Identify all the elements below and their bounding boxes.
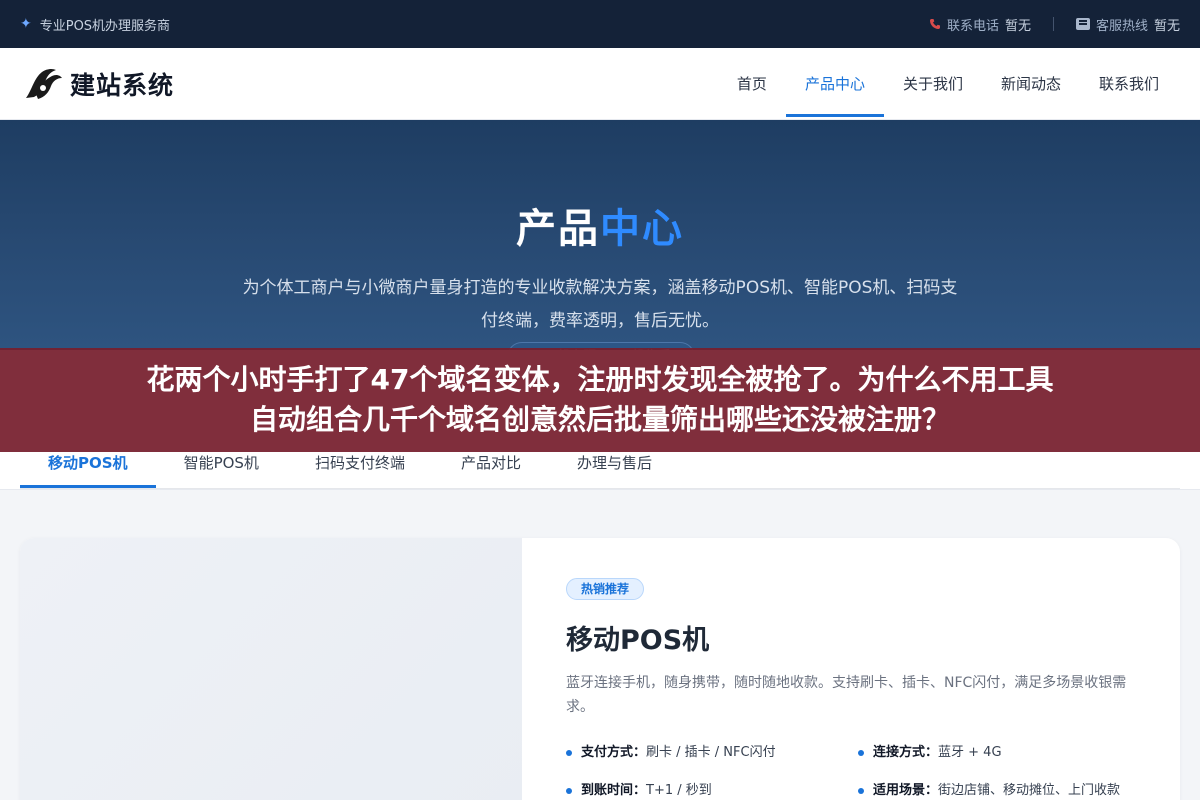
tab-compare[interactable]: 产品对比 <box>433 452 549 488</box>
tab-smart-pos[interactable]: 智能POS机 <box>156 452 287 488</box>
product-image <box>20 538 522 800</box>
spec-item: 连接方式： 蓝牙 + 4G <box>858 741 1128 765</box>
hero-description: 为个体工商户与小微商户量身打造的专业收款解决方案，涵盖移动POS机、智能POS机… <box>242 278 958 331</box>
tagline-group: ✦ 专业POS机办理服务商 <box>20 15 170 34</box>
service-value: 暂无 <box>1153 18 1180 34</box>
logo-text: 建站系统 <box>70 70 175 100</box>
spec-value: 蓝牙 + 4G <box>938 745 1002 760</box>
sparkle-icon: ✦ <box>20 16 32 32</box>
overlay-caption: 花两个小时手打了47个域名变体，注册时发现全被抢了。为什么不用工具 自动组合几千… <box>0 348 1200 452</box>
hot-badge: 热销推荐 <box>566 578 645 600</box>
bullet-dot <box>858 788 864 794</box>
phone-icon <box>929 19 940 29</box>
page-title: 产品中心 <box>0 120 1200 254</box>
service-label: 客服热线 <box>1095 18 1148 34</box>
tab-divider <box>20 488 1180 489</box>
logo[interactable]: 建站系统 <box>22 64 174 104</box>
nav-home[interactable]: 首页 <box>718 48 786 120</box>
logo-mark-icon <box>26 68 62 99</box>
phone-contact[interactable]: 联系电话 暂无 <box>929 15 1031 34</box>
product-description: 蓝牙连接手机，随身携带，随时随地收款。支持刷卡、插卡、NFC闪付，满足多场景收银… <box>566 675 1127 715</box>
spec-item: 支付方式： 刷卡 / 插卡 / NFC闪付 <box>566 741 858 765</box>
product-specs: 支付方式： 刷卡 / 插卡 / NFC闪付 连接方式： 蓝牙 + 4G 到账时间… <box>566 741 1136 800</box>
title-main: 产品 <box>516 206 600 252</box>
spec-key: 适用场景： <box>873 783 939 798</box>
hero-banner: 产品中心 为个体工商户与小微商户量身打造的专业收款解决方案，涵盖移动POS机、智… <box>0 120 1200 372</box>
top-bar: ✦ 专业POS机办理服务商 联系电话 暂无 客服热线 暂无 <box>0 0 1200 48</box>
topbar-divider <box>1052 17 1054 31</box>
service-contact[interactable]: 客服热线 暂无 <box>1075 15 1180 34</box>
tab-mobile-pos[interactable]: 移动POS机 <box>20 452 156 488</box>
overlay-line-1: 花两个小时手打了47个域名变体，注册时发现全被抢了。为什么不用工具 <box>146 363 1054 396</box>
bullet-dot <box>858 750 864 756</box>
tagline: 专业POS机办理服务商 <box>39 18 171 34</box>
phone-label: 联系电话 <box>946 18 999 34</box>
product-info: 热销推荐 移动POS机 蓝牙连接手机，随身携带，随时随地收款。支持刷卡、插卡、N… <box>522 538 1180 800</box>
spec-value: 刷卡 / 插卡 / NFC闪付 <box>646 745 776 760</box>
tab-scan-terminal[interactable]: 扫码支付终端 <box>287 452 433 488</box>
phone-value: 暂无 <box>1004 18 1031 34</box>
overlay-line-2: 自动组合几千个域名创意然后批量筛出哪些还没被注册？ <box>249 403 950 436</box>
spec-value: T+1 / 秒到 <box>646 783 712 798</box>
site-header: 建站系统 首页 产品中心 关于我们 新闻动态 联系我们 <box>0 48 1200 120</box>
bullet-dot <box>566 750 572 756</box>
spec-item: 适用场景： 街边店铺、移动摊位、上门收款 <box>858 779 1128 800</box>
nav-about[interactable]: 关于我们 <box>884 48 982 120</box>
nav-products[interactable]: 产品中心 <box>785 48 884 120</box>
spec-value: 街边店铺、移动摊位、上门收款 <box>938 783 1121 798</box>
product-card: 热销推荐 移动POS机 蓝牙连接手机，随身携带，随时随地收款。支持刷卡、插卡、N… <box>20 538 1180 800</box>
tab-service[interactable]: 办理与售后 <box>549 452 680 488</box>
bullet-dot <box>566 788 572 794</box>
nav-contact[interactable]: 联系我们 <box>1080 48 1178 120</box>
chat-icon <box>1075 18 1090 30</box>
spec-key: 连接方式： <box>873 745 939 760</box>
nav-news[interactable]: 新闻动态 <box>982 48 1080 120</box>
spec-item: 到账时间： T+1 / 秒到 <box>566 779 858 800</box>
contact-group: 联系电话 暂无 客服热线 暂无 <box>929 15 1180 34</box>
spec-key: 支付方式： <box>581 745 647 760</box>
spec-key: 到账时间： <box>581 783 647 798</box>
product-title: 移动POS机 <box>566 625 710 656</box>
tab-row: 移动POS机 智能POS机 扫码支付终端 产品对比 办理与售后 <box>20 452 680 488</box>
title-highlight: 中心 <box>600 206 684 252</box>
main-nav: 首页 产品中心 关于我们 新闻动态 联系我们 <box>718 48 1178 120</box>
